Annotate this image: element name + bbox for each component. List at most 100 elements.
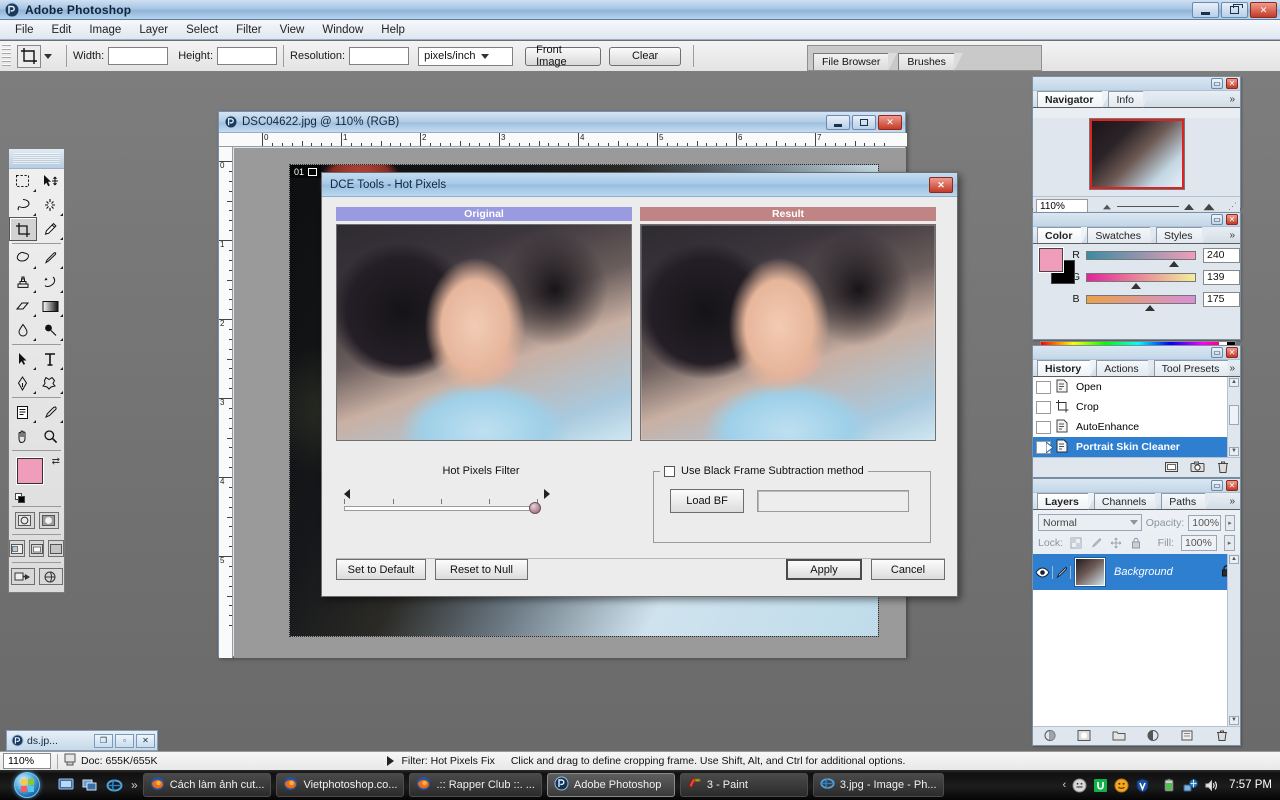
height-input[interactable]: [217, 47, 278, 65]
color-palette-bar[interactable]: ▭ ✕: [1033, 213, 1240, 227]
zoom-in-icon[interactable]: [1203, 203, 1215, 210]
taskbar-item-2[interactable]: .:: Rapper Club ::. ...: [409, 773, 542, 797]
taskbar-item-5[interactable]: 3.jpg - Image - Ph...: [812, 773, 944, 797]
start-button[interactable]: [0, 770, 54, 800]
menu-window[interactable]: Window: [313, 22, 372, 38]
color-foreground-swatch[interactable]: [1039, 248, 1063, 272]
chevron-double-right-icon[interactable]: »: [1229, 230, 1235, 241]
slider-increase-arrow[interactable]: [544, 489, 550, 499]
tool-marquee[interactable]: [9, 169, 37, 193]
tool-lasso[interactable]: [9, 193, 37, 217]
lock-position-icon[interactable]: [1110, 537, 1123, 550]
menu-view[interactable]: View: [271, 22, 314, 38]
history-scrollbar[interactable]: ▲ ▼: [1227, 377, 1240, 457]
history-item-autoenhance[interactable]: AutoEnhance: [1033, 417, 1240, 437]
original-preview-image[interactable]: [336, 224, 632, 441]
tool-eyedropper[interactable]: [37, 400, 65, 424]
layers-list[interactable]: Background ▲ ▼: [1033, 554, 1240, 726]
history-item-open[interactable]: Open: [1033, 377, 1240, 397]
tool-history-brush[interactable]: [37, 270, 65, 294]
tool-slice[interactable]: [37, 217, 65, 241]
delete-icon[interactable]: [1216, 460, 1231, 474]
tool-clone-stamp[interactable]: [9, 270, 37, 294]
minimize-button[interactable]: [1192, 2, 1219, 18]
layer-row-background[interactable]: Background: [1033, 554, 1240, 590]
layers-scrollbar[interactable]: ▲ ▼: [1227, 554, 1240, 726]
standard-screen-mode-button[interactable]: [9, 540, 25, 557]
tab-file-browser[interactable]: File Browser: [813, 53, 898, 71]
layers-palette-bar[interactable]: ▭ ✕: [1033, 479, 1240, 493]
menu-layer[interactable]: Layer: [130, 22, 177, 38]
volume-icon[interactable]: [1204, 778, 1219, 793]
options-bar-grip[interactable]: [2, 44, 11, 68]
new-document-icon[interactable]: [1164, 460, 1179, 474]
chevron-double-right-icon[interactable]: »: [1229, 94, 1235, 105]
channel-thumb-r[interactable]: [1169, 260, 1179, 267]
new-layer-icon[interactable]: [1180, 729, 1195, 743]
color-close-button[interactable]: ✕: [1226, 214, 1238, 225]
resolution-input[interactable]: [349, 47, 410, 65]
tab-history[interactable]: History: [1037, 360, 1099, 377]
tab-layers[interactable]: Layers: [1037, 493, 1096, 510]
layer-name[interactable]: Background: [1105, 566, 1221, 578]
clear-button[interactable]: Clear: [609, 46, 682, 66]
vertical-ruler[interactable]: 0 1 2 3 4 5: [219, 147, 233, 658]
messenger-icon[interactable]: [1072, 778, 1087, 793]
full-screen-menubar-mode-button[interactable]: [28, 540, 45, 557]
internet-explorer-icon[interactable]: [106, 777, 123, 794]
navigator-zoom-slider[interactable]: [1088, 203, 1228, 210]
taskbar-item-0[interactable]: Cách làm ảnh cut...: [142, 773, 272, 797]
history-snapshot-checkbox[interactable]: [1036, 440, 1054, 454]
history-minimize-button[interactable]: ▭: [1211, 347, 1223, 358]
horizontal-ruler[interactable]: 0 1 2 3 4 5 6 7: [219, 133, 907, 147]
layer-edit-icon[interactable]: [1052, 565, 1071, 579]
antivirus-icon[interactable]: [1135, 777, 1150, 793]
opacity-stepper[interactable]: ▸: [1224, 514, 1235, 531]
new-snapshot-icon[interactable]: [1190, 460, 1205, 474]
color-minimize-button[interactable]: ▭: [1211, 214, 1223, 225]
use-black-frame-checkbox[interactable]: [664, 465, 675, 477]
tab-styles[interactable]: Styles: [1155, 227, 1210, 244]
history-snapshot-checkbox[interactable]: [1036, 400, 1051, 414]
tab-color[interactable]: Color: [1037, 227, 1090, 244]
history-list[interactable]: Open Crop AutoEnhance Portrait Skin Clea…: [1033, 377, 1240, 457]
standard-mode-button[interactable]: [14, 512, 35, 529]
tool-hand[interactable]: [9, 424, 37, 448]
battery-icon[interactable]: [1162, 778, 1177, 793]
menu-select[interactable]: Select: [177, 22, 227, 38]
tool-healing-brush[interactable]: [9, 246, 37, 270]
show-desktop-icon[interactable]: [58, 777, 75, 794]
units-select[interactable]: pixels/inch: [418, 46, 514, 66]
zoom-slider-thumb[interactable]: [1184, 203, 1194, 210]
chevron-left-icon[interactable]: ‹: [1063, 779, 1067, 791]
slider-thumb[interactable]: [529, 502, 541, 514]
layer-visibility-icon[interactable]: [1033, 566, 1052, 578]
zoom-out-icon[interactable]: [1103, 204, 1111, 209]
new-group-icon[interactable]: [1112, 729, 1127, 743]
network-icon[interactable]: [1183, 778, 1199, 793]
switch-windows-icon[interactable]: [82, 777, 99, 794]
lock-all-icon[interactable]: [1130, 537, 1143, 550]
navigator-thumbnail[interactable]: [1088, 118, 1185, 190]
minimized-restore-button[interactable]: ❐: [94, 733, 113, 748]
quick-mask-mode-button[interactable]: [38, 512, 59, 529]
tab-brushes[interactable]: Brushes: [898, 53, 963, 71]
navigator-close-button[interactable]: ✕: [1226, 78, 1238, 89]
navigator-minimize-button[interactable]: ▭: [1211, 78, 1223, 89]
tab-paths[interactable]: Paths: [1161, 493, 1213, 510]
lock-transparency-icon[interactable]: [1070, 537, 1083, 550]
navigator-view-rect[interactable]: [1089, 119, 1184, 189]
tool-preset-picker[interactable]: [11, 44, 60, 68]
tool-crop[interactable]: [9, 217, 37, 241]
opacity-value[interactable]: 100%: [1188, 514, 1221, 531]
yahoo-icon[interactable]: [1114, 778, 1129, 793]
tool-gradient[interactable]: [37, 294, 65, 318]
set-to-default-button[interactable]: Set to Default: [336, 559, 426, 580]
history-palette-bar[interactable]: ▭ ✕: [1033, 346, 1240, 360]
channel-ramp-g[interactable]: [1086, 272, 1196, 289]
layers-minimize-button[interactable]: ▭: [1211, 480, 1223, 491]
tool-move[interactable]: [37, 169, 65, 193]
channel-value-r[interactable]: 240: [1203, 247, 1240, 263]
menu-filter[interactable]: Filter: [227, 22, 271, 38]
layer-thumbnail[interactable]: [1074, 557, 1106, 587]
